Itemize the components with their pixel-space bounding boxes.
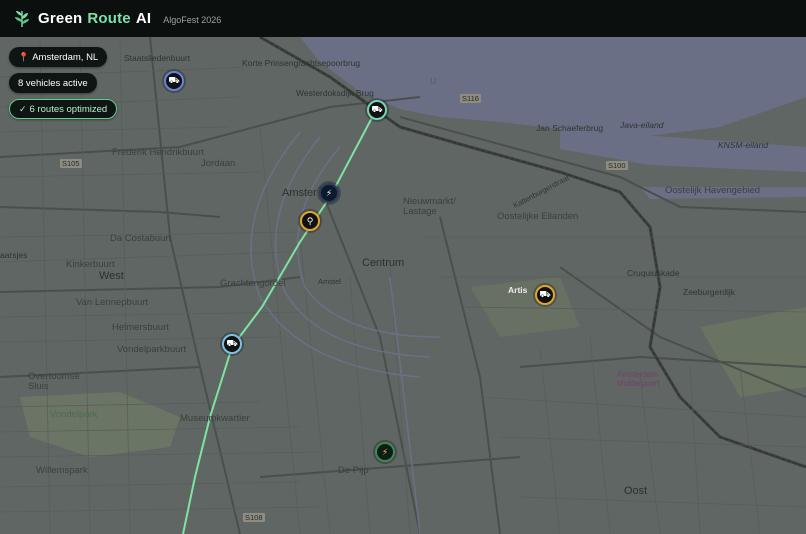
truck-icon: ⛟ [226,338,238,348]
label-java-eiland: Java-eiland [620,120,664,130]
label-helmersbuurt: Helmersbuurt [112,322,170,333]
app-header: Green Route AI AlgoFest 2026 [0,0,806,37]
label-knsm-eiland: KNSM-eiland [718,140,769,150]
label-korte-prinsengrachtsepoorbrug: Korte Prinsengrachtsepoorbrug [242,58,361,68]
lightning-icon: ⚡ [381,446,389,457]
marker-vehicle-westerdok[interactable]: ⛟ [367,100,387,120]
label-museumkwartier: Museumkwartier [180,413,250,424]
label-nieuwmarkt: Nieuwmarkt/ Lastage [403,196,456,217]
label-amster: Amster [282,187,317,199]
event-tagline: AlgoFest 2026 [163,14,222,25]
label-staatsliedenbuurt: Staatsliedenbuurt [124,53,191,63]
label-ij: IJ [430,77,437,86]
brand-route: Route [87,10,131,27]
truck-icon: ⛟ [371,104,383,114]
routes-pill[interactable]: ✓ 6 routes optimized [9,99,118,119]
label-west: West [99,270,124,282]
label-centrum: Centrum [362,257,405,269]
label-de-pijp: De Pijp [338,465,369,476]
label-jordaan: Jordaan [201,158,236,169]
label-van-lennepbuurt: Van Lennepbuurt [76,297,149,308]
label-oost: Oost [624,485,648,497]
lightning-icon: ⚡ [325,187,333,198]
app-title: Green Route AI [38,10,151,27]
label-aarsjes: aarsjes [0,250,28,260]
label-frederik-hendrikbuurt: Frederik Hendrikbuurt [112,147,204,158]
label-artis: Artis [508,285,528,295]
label-vondelparkbuurt: Vondelparkbuurt [117,344,187,355]
label-jan-schaeferbrug: Jan Schaeferbrug [536,123,604,133]
location-text: Amsterdam, NL [32,51,99,63]
bike-icon: ⚲ [306,215,314,226]
map-base [0,37,806,534]
road-s116: S116 [460,94,481,103]
marker-bike-dam[interactable]: ⚲ [300,211,320,231]
label-vondelpark: Vondelpark [50,409,98,420]
truck-icon: ⛟ [168,75,180,85]
marker-vehicle-artis[interactable]: ⛟ [535,285,555,305]
truck-icon: ⛟ [539,289,551,299]
routes-text: 6 routes optimized [29,103,108,115]
brand-ai: AI [135,10,152,27]
label-oostelijk-havengebied: Oostelijk Havengebied [665,185,761,196]
check-icon: ✓ [19,103,27,114]
leaf-logo-icon [15,10,29,27]
road-s105: S105 [60,159,82,168]
pin-icon: 📍 [18,51,30,62]
road-s108: S108 [243,513,265,522]
label-oostelijke-eilanden: Oostelijke Eilanden [497,211,579,222]
marker-charging-pijp[interactable]: ⚡ [375,442,395,462]
location-pill[interactable]: 📍 Amsterdam, NL [9,47,108,67]
label-da-costabuurt: Da Costabuurt [110,233,172,244]
label-overtoomse-sluis: Overtoomse Sluis [28,371,80,392]
label-grachtengordel: Grachtengordel [220,278,286,289]
marker-vehicle-vondel[interactable]: ⛟ [222,334,242,354]
label-willemspark: Willemspark [36,465,88,476]
label-westerdoksdijk-brug: Westerdoksdijk Brug [296,88,374,98]
vehicles-text: 8 vehicles active [18,77,88,89]
label-kinkerbuurt: Kinkerbuurt [66,259,115,270]
label-amsterdam-muiderpoort: Amsterdam Muiderpoort [617,370,660,388]
brand-green: Green [38,10,83,27]
label-zeeburgerdijk: Zeeburgerdijk [683,287,735,297]
label-amstel: Amstel [318,277,341,286]
vehicles-pill[interactable]: 8 vehicles active [9,73,97,93]
map-canvas[interactable]: Staatsliedenbuurt Korte Prinsengrachtsep… [0,37,806,534]
road-s100: S100 [606,161,628,170]
marker-charging-centraal[interactable]: ⚡ [319,183,339,203]
label-cruquiuskade: Cruquiuskade [627,268,680,278]
marker-vehicle-staats[interactable]: ⛟ [164,71,184,91]
